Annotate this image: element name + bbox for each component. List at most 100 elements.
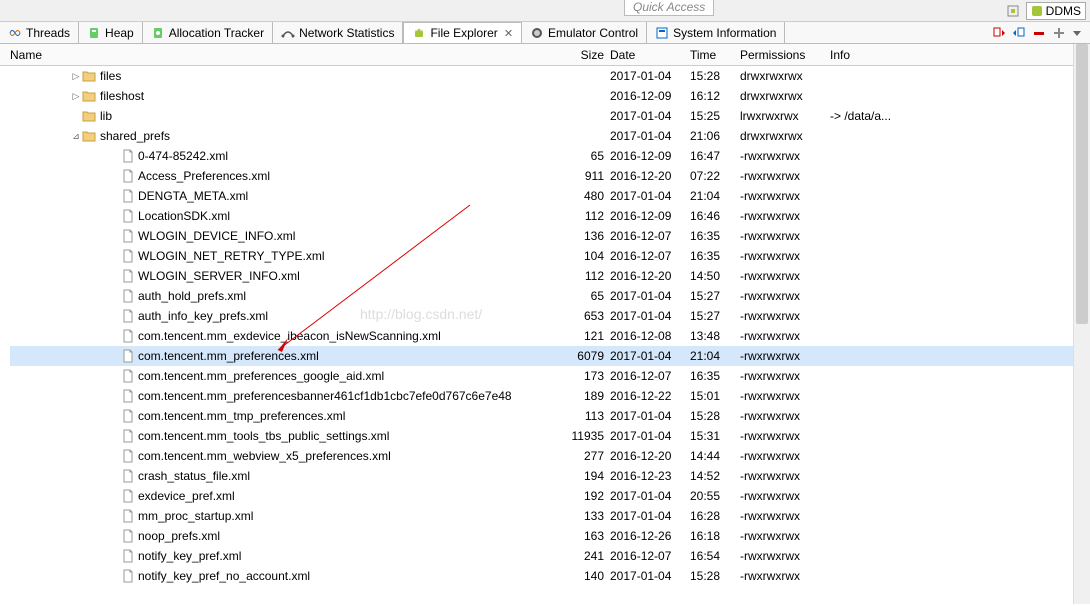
file-date: 2016-12-07 — [610, 549, 690, 563]
file-name: exdevice_pref.xml — [138, 489, 235, 503]
file-icon — [122, 189, 134, 203]
file-name: com.tencent.mm_preferences_google_aid.xm… — [138, 369, 384, 383]
table-row[interactable]: auth_info_key_prefs.xml 653 2017-01-04 1… — [10, 306, 1090, 326]
file-icon — [122, 549, 134, 563]
table-header: Name Size Date Time Permissions Info — [0, 44, 1090, 66]
file-icon — [122, 149, 134, 163]
table-row[interactable]: ⊿ shared_prefs 2017-01-04 21:06 drwxrwxr… — [10, 126, 1090, 146]
tab-label: Threads — [26, 26, 70, 40]
vertical-scrollbar[interactable] — [1073, 44, 1090, 604]
table-row[interactable]: ▷ files 2017-01-04 15:28 drwxrwxrwx — [10, 66, 1090, 86]
scroll-thumb[interactable] — [1076, 44, 1088, 324]
table-row[interactable]: com.tencent.mm_exdevice_ibeacon_isNewSca… — [10, 326, 1090, 346]
table-row[interactable]: lib 2017-01-04 15:25 lrwxrwxrwx -> /data… — [10, 106, 1090, 126]
file-permissions: -rwxrwxrwx — [740, 369, 830, 383]
folder-icon — [82, 90, 96, 102]
col-date-header[interactable]: Date — [610, 48, 690, 62]
quick-access-field[interactable]: Quick Access — [624, 0, 714, 16]
open-perspective-icon[interactable] — [1006, 4, 1020, 18]
tab-strip: Threads Heap Allocation Tracker Network … — [0, 22, 1090, 44]
tab-allocation-tracker[interactable]: Allocation Tracker — [143, 22, 273, 43]
file-time: 16:35 — [690, 229, 740, 243]
file-size: 140 — [560, 569, 610, 583]
table-row[interactable]: 0-474-85242.xml 65 2016-12-09 16:47 -rwx… — [10, 146, 1090, 166]
table-row[interactable]: notify_key_pref_no_account.xml 140 2017-… — [10, 566, 1090, 586]
col-name-header[interactable]: Name — [10, 48, 560, 62]
table-row[interactable]: com.tencent.mm_preferences.xml 6079 2017… — [10, 346, 1090, 366]
view-menu-icon[interactable] — [1072, 28, 1082, 38]
tab-label: Heap — [105, 26, 134, 40]
file-icon — [122, 409, 134, 423]
file-icon — [122, 309, 134, 323]
table-row[interactable]: crash_status_file.xml 194 2016-12-23 14:… — [10, 466, 1090, 486]
file-permissions: -rwxrwxrwx — [740, 569, 830, 583]
col-time-header[interactable]: Time — [690, 48, 740, 62]
file-size: 112 — [560, 269, 610, 283]
file-permissions: -rwxrwxrwx — [740, 289, 830, 303]
tab-heap[interactable]: Heap — [79, 22, 143, 43]
table-row[interactable]: WLOGIN_NET_RETRY_TYPE.xml 104 2016-12-07… — [10, 246, 1090, 266]
table-row[interactable]: com.tencent.mm_preferences_google_aid.xm… — [10, 366, 1090, 386]
table-row[interactable]: exdevice_pref.xml 192 2017-01-04 20:55 -… — [10, 486, 1090, 506]
file-date: 2017-01-04 — [610, 409, 690, 423]
table-row[interactable]: auth_hold_prefs.xml 65 2017-01-04 15:27 … — [10, 286, 1090, 306]
delete-icon[interactable] — [1032, 26, 1046, 40]
table-row[interactable]: com.tencent.mm_webview_x5_preferences.xm… — [10, 446, 1090, 466]
file-time: 15:25 — [690, 109, 740, 123]
col-size-header[interactable]: Size — [560, 48, 610, 62]
table-row[interactable]: com.tencent.mm_tools_tbs_public_settings… — [10, 426, 1090, 446]
ddms-icon — [1031, 5, 1043, 17]
tab-system-information[interactable]: System Information — [647, 22, 785, 43]
ddms-perspective-button[interactable]: DDMS — [1026, 2, 1086, 20]
expand-toggle[interactable]: ▷ — [70, 91, 82, 102]
table-row[interactable]: com.tencent.mm_preferencesbanner461cf1db… — [10, 386, 1090, 406]
pull-file-icon[interactable] — [992, 26, 1006, 40]
table-row[interactable]: notify_key_pref.xml 241 2016-12-07 16:54… — [10, 546, 1090, 566]
file-icon — [122, 389, 134, 403]
top-toolbar: Quick Access DDMS — [0, 0, 1090, 22]
file-name: lib — [100, 109, 112, 123]
file-time: 15:28 — [690, 569, 740, 583]
file-icon — [122, 529, 134, 543]
push-file-icon[interactable] — [1012, 26, 1026, 40]
table-row[interactable]: noop_prefs.xml 163 2016-12-26 16:18 -rwx… — [10, 526, 1090, 546]
file-permissions: -rwxrwxrwx — [740, 349, 830, 363]
file-name: crash_status_file.xml — [138, 469, 250, 483]
file-time: 16:35 — [690, 369, 740, 383]
file-table-body: ▷ files 2017-01-04 15:28 drwxrwxrwx ▷ fi… — [0, 66, 1090, 606]
table-row[interactable]: Access_Preferences.xml 911 2016-12-20 07… — [10, 166, 1090, 186]
col-perm-header[interactable]: Permissions — [740, 48, 830, 62]
table-row[interactable]: mm_proc_startup.xml 133 2017-01-04 16:28… — [10, 506, 1090, 526]
tab-threads[interactable]: Threads — [0, 22, 79, 43]
file-date: 2017-01-04 — [610, 109, 690, 123]
tab-label: System Information — [673, 26, 776, 40]
file-time: 21:04 — [690, 189, 740, 203]
tab-close-icon[interactable]: ✕ — [504, 27, 513, 40]
file-size: 113 — [560, 409, 610, 423]
col-info-header[interactable]: Info — [830, 48, 930, 62]
file-permissions: -rwxrwxrwx — [740, 529, 830, 543]
table-row[interactable]: DENGTA_META.xml 480 2017-01-04 21:04 -rw… — [10, 186, 1090, 206]
add-icon[interactable] — [1052, 26, 1066, 40]
expand-toggle[interactable]: ⊿ — [70, 131, 82, 142]
tab-emulator-control[interactable]: Emulator Control — [522, 22, 647, 43]
file-permissions: drwxrwxrwx — [740, 129, 830, 143]
file-time: 20:55 — [690, 489, 740, 503]
table-row[interactable]: WLOGIN_DEVICE_INFO.xml 136 2016-12-07 16… — [10, 226, 1090, 246]
file-icon — [122, 349, 134, 363]
folder-icon — [82, 130, 96, 142]
file-name: Access_Preferences.xml — [138, 169, 270, 183]
file-size: 133 — [560, 509, 610, 523]
file-name: WLOGIN_DEVICE_INFO.xml — [138, 229, 295, 243]
table-row[interactable]: WLOGIN_SERVER_INFO.xml 112 2016-12-20 14… — [10, 266, 1090, 286]
expand-toggle[interactable]: ▷ — [70, 71, 82, 82]
file-permissions: -rwxrwxrwx — [740, 229, 830, 243]
tab-file-explorer[interactable]: File Explorer ✕ — [403, 22, 522, 43]
tab-network-statistics[interactable]: Network Statistics — [273, 22, 403, 43]
file-date: 2016-12-20 — [610, 449, 690, 463]
table-row[interactable]: ▷ fileshost 2016-12-09 16:12 drwxrwxrwx — [10, 86, 1090, 106]
table-row[interactable]: com.tencent.mm_tmp_preferences.xml 113 2… — [10, 406, 1090, 426]
table-row[interactable]: LocationSDK.xml 112 2016-12-09 16:46 -rw… — [10, 206, 1090, 226]
file-name: shared_prefs — [100, 129, 170, 143]
file-name: auth_hold_prefs.xml — [138, 289, 246, 303]
